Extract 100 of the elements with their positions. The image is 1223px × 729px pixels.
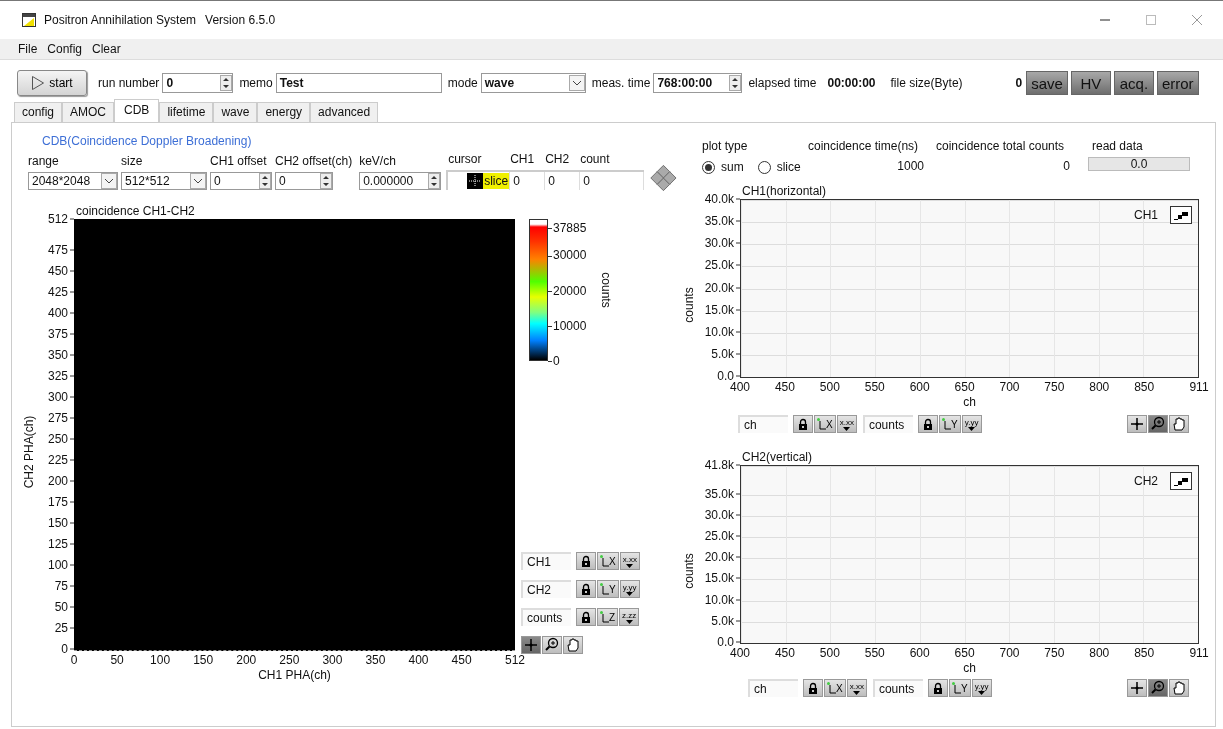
lock-icon bbox=[798, 418, 808, 430]
cursor-tool-button[interactable] bbox=[1127, 679, 1147, 697]
tick-label: 475 bbox=[47, 243, 74, 257]
axis-icon bbox=[600, 555, 609, 567]
legend-label: CH1 bbox=[1134, 208, 1158, 222]
menu-item[interactable]: Clear bbox=[92, 42, 121, 56]
lock-button[interactable] bbox=[576, 608, 596, 626]
axis-name-field[interactable]: counts bbox=[862, 415, 913, 433]
text-field[interactable]: Test bbox=[275, 73, 442, 93]
cursor-tool-button[interactable] bbox=[1127, 415, 1147, 433]
axis-name-field[interactable]: CH1 bbox=[521, 552, 571, 570]
tick-label: 750 bbox=[1044, 646, 1065, 660]
autoscale-button[interactable]: X bbox=[824, 679, 846, 697]
axis-icon bbox=[951, 682, 961, 694]
format-button[interactable]: y.yy bbox=[619, 580, 640, 598]
lock-button[interactable] bbox=[576, 552, 596, 570]
numeric-field[interactable]: 0 bbox=[162, 73, 234, 93]
window-title: Positron Annihilation System bbox=[44, 13, 197, 27]
radio-option[interactable]: sum bbox=[702, 160, 744, 174]
axis-name-field[interactable]: counts bbox=[521, 608, 571, 626]
dropdown-field[interactable]: 2048*2048 bbox=[28, 172, 118, 190]
autoscale-button[interactable]: X bbox=[597, 552, 619, 570]
close-icon[interactable] bbox=[1191, 14, 1203, 26]
lock-button[interactable] bbox=[917, 415, 938, 433]
start-button[interactable]: start bbox=[17, 70, 87, 96]
tab[interactable]: lifetime bbox=[159, 102, 214, 122]
menu-item[interactable]: Config bbox=[47, 42, 83, 56]
toolbar-button[interactable]: error bbox=[1156, 71, 1199, 95]
autoscale-button[interactable]: Y bbox=[948, 679, 971, 697]
radio-option[interactable]: slice bbox=[757, 160, 801, 174]
tick-label: 30000 bbox=[548, 248, 587, 263]
tick-label: 350 bbox=[47, 348, 74, 362]
dropdown-button[interactable] bbox=[190, 173, 206, 189]
dropdown-field[interactable]: 512*512 bbox=[121, 172, 207, 190]
tick-label: 512 bbox=[47, 212, 74, 226]
tick-label: 10000 bbox=[548, 318, 587, 333]
format-button[interactable]: x.xx bbox=[846, 679, 867, 697]
tick-label: 700 bbox=[999, 646, 1020, 660]
caret-icon bbox=[978, 690, 986, 695]
dropdown-button[interactable] bbox=[101, 173, 117, 189]
lock-button[interactable] bbox=[576, 580, 596, 598]
tick-label: 400 bbox=[730, 380, 750, 394]
lock-button[interactable] bbox=[927, 679, 948, 697]
axis-name-field[interactable]: ch bbox=[738, 415, 788, 433]
dropdown-button[interactable] bbox=[568, 75, 585, 91]
format-button[interactable]: z.zz bbox=[619, 608, 640, 626]
axis-icon bbox=[600, 611, 609, 623]
tab[interactable]: config bbox=[14, 102, 63, 122]
dropdown-field[interactable]: wave bbox=[480, 73, 586, 93]
autoscale-button[interactable]: Z bbox=[597, 608, 619, 626]
tab[interactable]: advanced bbox=[310, 102, 379, 122]
tab[interactable]: AMOC bbox=[62, 102, 115, 122]
lock-button[interactable] bbox=[803, 679, 823, 697]
lock-button[interactable] bbox=[793, 415, 813, 433]
numeric-field[interactable]: 0 bbox=[210, 172, 272, 190]
table-cell: 0 bbox=[580, 172, 645, 190]
numeric-field[interactable]: 768:00:00 bbox=[653, 73, 743, 93]
zoom-tool-button[interactable] bbox=[542, 636, 562, 654]
spinner-icon[interactable] bbox=[259, 173, 271, 189]
tick-label: 0 bbox=[548, 354, 560, 368]
toolbar-button[interactable]: HV bbox=[1070, 71, 1111, 95]
axis-name-field[interactable]: counts bbox=[872, 679, 923, 697]
tick-label: 350 bbox=[365, 653, 386, 667]
format-button[interactable]: y.yy bbox=[961, 415, 982, 433]
tab[interactable]: energy bbox=[257, 102, 311, 122]
autoscale-button[interactable]: X bbox=[814, 415, 836, 433]
spinner-icon[interactable] bbox=[220, 75, 233, 91]
section-heading: CDB(Coincidence Doppler Broadening) bbox=[42, 134, 253, 148]
cursor-mover-icon[interactable] bbox=[649, 162, 678, 194]
numeric-field[interactable]: 0 bbox=[275, 172, 333, 190]
tick-label: 150 bbox=[47, 516, 74, 530]
toolbar-button[interactable]: acq. bbox=[1113, 71, 1154, 95]
zoom-tool-button[interactable] bbox=[1148, 415, 1168, 433]
axis-name-field[interactable]: ch bbox=[748, 679, 798, 697]
tick-label: 30.0k bbox=[704, 236, 740, 250]
menu-item[interactable]: File bbox=[18, 42, 38, 56]
zoom-tool-button[interactable] bbox=[1148, 679, 1168, 697]
value-readout: 0 bbox=[1015, 76, 1023, 90]
format-button[interactable]: y.yy bbox=[971, 679, 992, 697]
axis-title: counts bbox=[682, 553, 696, 589]
spinner-icon[interactable] bbox=[320, 173, 332, 189]
autoscale-button[interactable]: Y bbox=[597, 580, 619, 598]
toolbar-button[interactable]: save bbox=[1026, 71, 1068, 95]
tab[interactable]: CDB bbox=[114, 99, 160, 122]
axis-icon bbox=[817, 418, 826, 430]
value-readout: 1000 bbox=[896, 159, 924, 173]
spinner-icon[interactable] bbox=[428, 173, 441, 189]
tick-label: 35.0k bbox=[704, 214, 740, 228]
tick-label: 500 bbox=[819, 646, 840, 660]
column-header: cursor bbox=[447, 152, 483, 166]
spinner-icon[interactable] bbox=[729, 75, 742, 91]
cursor-tool-button[interactable] bbox=[521, 636, 541, 654]
axis-name-field[interactable]: CH2 bbox=[521, 580, 571, 598]
graph-title: coincidence CH1-CH2 bbox=[75, 204, 196, 219]
format-button[interactable]: x.xx bbox=[619, 552, 640, 570]
tab[interactable]: wave bbox=[213, 102, 258, 122]
autoscale-button[interactable]: Y bbox=[938, 415, 961, 433]
numeric-field[interactable]: 0.000000 bbox=[359, 172, 442, 190]
lock-icon bbox=[808, 682, 818, 694]
format-button[interactable]: x.xx bbox=[836, 415, 857, 433]
